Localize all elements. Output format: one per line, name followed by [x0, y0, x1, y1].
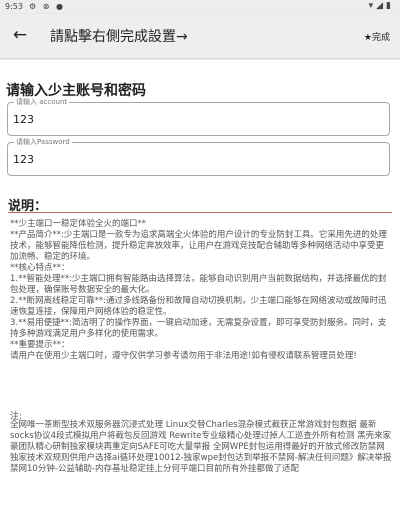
description-line: **核心特点**： — [10, 263, 70, 273]
description-line: **少主端口一稳定体验全火的端口** — [10, 219, 147, 229]
status-time: 9:53 — [5, 2, 23, 11]
note-text: 全网唯一茶断型技术双服务器沉浸式处理 Linux交替Charles混杂模式截获正… — [10, 420, 392, 474]
description-line: 请用户在使用少主端口时，遵守仅供学习参考请勿用于非法用途!如有侵权请联系管理员处… — [10, 351, 357, 361]
description-line: 1.**智能处理**:少主端口拥有智能路由选择算法，能够自动识别用户当前数据结构… — [10, 274, 387, 295]
description-line: **产品简介**:少主端口是一款专为追求高端全火体验的用户设计的专业防封工具。它… — [10, 230, 387, 262]
account-field[interactable]: 请输入 account — [7, 97, 390, 136]
description-line: 3.**易用便捷**:简洁明了的操作界面，一键启动加速，无需复杂设置，即可享受防… — [10, 318, 387, 339]
page-title: 請點擊右側完成設置→ — [50, 29, 188, 45]
description-text: **少主端口一稳定体验全火的端口** **产品简介**:少主端口是一款专为追求高… — [10, 219, 392, 362]
app-bar: ← 請點擊右側完成設置→ ★完成 — [0, 14, 400, 58]
description-line: **重要提示**： — [10, 340, 70, 350]
signal-battery-icon: ▾◢▮ — [368, 1, 394, 11]
description-line: 2.**断网离线稳定可靠**:通过多线路备份和故障自动切换机制，少主端口能够在网… — [10, 296, 387, 317]
password-field-label: 请输入Password — [14, 137, 72, 147]
password-field[interactable]: 请输入Password — [7, 137, 390, 176]
divider — [8, 212, 392, 213]
status-bar: 9:53 ⚙ ⊗ ● ▾◢▮ — [0, 0, 400, 14]
account-input[interactable] — [13, 109, 383, 129]
account-field-label: 请输入 account — [14, 97, 70, 107]
notification-icons: ⚙ ⊗ ● — [29, 2, 65, 11]
back-arrow-icon[interactable]: ← — [9, 24, 31, 46]
password-input[interactable] — [13, 149, 383, 169]
complete-button[interactable]: ★完成 — [364, 30, 390, 43]
